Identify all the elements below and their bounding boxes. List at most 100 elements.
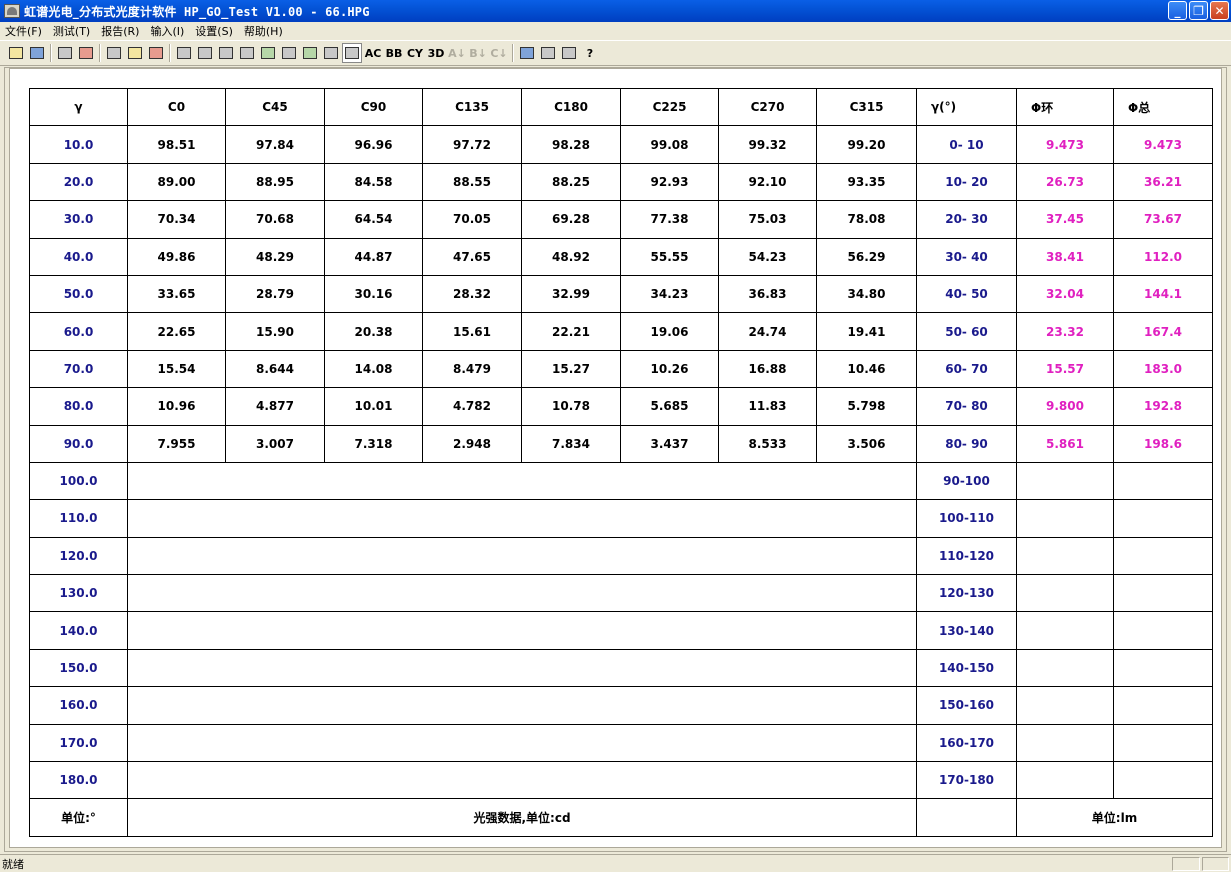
intensity-cell[interactable]: 96.96 [324,125,423,164]
menu-test[interactable]: 测试(T) [48,23,96,39]
intensity-cell[interactable]: 3.007 [225,424,325,463]
intensity-cell[interactable]: 30.16 [324,274,423,314]
intensity-cell[interactable]: 7.318 [324,424,423,463]
intensity-cell-empty[interactable] [127,611,917,650]
intensity-cell[interactable]: 8.533 [718,424,817,463]
phi-ring-cell[interactable]: 26.73 [1016,162,1114,202]
intensity-cell[interactable]: 64.54 [324,200,423,239]
intensity-cell[interactable]: 98.28 [521,125,621,164]
minimize-button[interactable]: _ [1168,1,1187,20]
intensity-cell[interactable]: 22.65 [127,312,226,351]
intensity-cell[interactable]: 5.685 [620,387,719,426]
print-disabled-icon[interactable] [538,43,558,63]
restore-button[interactable]: ❐ [1189,1,1208,20]
intensity-cell[interactable]: 92.10 [718,162,817,202]
gamma-cell[interactable]: 130.0 [29,574,128,613]
intensity-cell[interactable]: 20.38 [324,312,423,351]
phi-total-cell[interactable]: 36.21 [1113,162,1213,202]
intensity-cell[interactable]: 48.29 [225,237,325,276]
gamma-cell[interactable]: 120.0 [29,536,128,576]
intensity-cell[interactable]: 55.55 [620,237,719,276]
phi-total-cell[interactable]: 183.0 [1113,349,1213,389]
phi-total-cell[interactable]: 9.473 [1113,125,1213,164]
gamma-cell[interactable]: 90.0 [29,424,128,463]
gamma-cell[interactable]: 170.0 [29,723,128,763]
intensity-cell-empty[interactable] [127,536,917,576]
intensity-cell[interactable]: 15.27 [521,349,621,389]
intensity-cell[interactable]: 3.437 [620,424,719,463]
intensity-cell[interactable]: 5.798 [816,387,917,426]
intensity-cell[interactable]: 49.86 [127,237,226,276]
intensity-cell[interactable]: 88.95 [225,162,325,202]
menu-file[interactable]: 文件(F) [0,23,48,39]
phi-total-cell[interactable] [1113,648,1213,688]
title-bar[interactable]: 虹谱光电_分布式光度计软件 HP_GO_Test V1.00 - 66.HPG … [0,0,1231,22]
phi-ring-cell[interactable] [1016,611,1114,650]
phi-ring-cell[interactable] [1016,536,1114,576]
phi-ring-cell[interactable] [1016,461,1114,501]
intensity-cell[interactable]: 89.00 [127,162,226,202]
phi-ring-cell[interactable] [1016,499,1114,538]
save-icon[interactable] [27,43,47,63]
intensity-cell[interactable]: 16.88 [718,349,817,389]
globe-icon[interactable] [237,43,257,63]
intensity-cell[interactable]: 10.96 [127,387,226,426]
range-cell[interactable]: 40- 50 [916,274,1017,314]
image-icon[interactable] [258,43,278,63]
intensity-cell[interactable]: 56.29 [816,237,917,276]
tools-icon[interactable] [104,43,124,63]
range-cell[interactable]: 90-100 [916,461,1017,501]
range-cell[interactable]: 120-130 [916,574,1017,613]
intensity-cell[interactable]: 99.20 [816,125,917,164]
intensity-cell[interactable]: 75.03 [718,200,817,239]
gamma-cell[interactable]: 80.0 [29,387,128,426]
phi-ring-cell[interactable] [1016,761,1114,800]
intensity-cell[interactable]: 14.08 [324,349,423,389]
intensity-cell[interactable]: 36.83 [718,274,817,314]
polar-curve-icon[interactable] [174,43,194,63]
intensity-cell[interactable]: 54.23 [718,237,817,276]
phi-total-cell[interactable]: 167.4 [1113,312,1213,351]
range-cell[interactable]: 130-140 [916,611,1017,650]
intensity-cell[interactable]: 7.834 [521,424,621,463]
phi-ring-cell[interactable] [1016,648,1114,688]
help-icon[interactable]: ? [580,43,600,63]
intensity-cell[interactable]: 32.99 [521,274,621,314]
intensity-cell-empty[interactable] [127,723,917,763]
phi-ring-cell[interactable]: 15.57 [1016,349,1114,389]
phi-ring-cell[interactable]: 9.800 [1016,387,1114,426]
intensity-cell[interactable]: 4.877 [225,387,325,426]
range-cell[interactable]: 10- 20 [916,162,1017,202]
range-cell[interactable]: 30- 40 [916,237,1017,276]
intensity-cell[interactable]: 33.65 [127,274,226,314]
menu-settings[interactable]: 设置(S) [190,23,239,39]
phi-ring-cell[interactable] [1016,574,1114,613]
phi-ring-cell[interactable]: 37.45 [1016,200,1114,239]
intensity-cell[interactable]: 8.479 [422,349,522,389]
phi-total-cell[interactable] [1113,574,1213,613]
cy-button[interactable]: CY [405,43,425,63]
range-cell[interactable]: 170-180 [916,761,1017,800]
target-icon[interactable] [321,43,341,63]
menu-input[interactable]: 输入(I) [145,23,190,39]
phi-ring-cell[interactable]: 32.04 [1016,274,1114,314]
gamma-cell[interactable]: 110.0 [29,499,128,538]
intensity-cell[interactable]: 48.92 [521,237,621,276]
phi-total-cell[interactable] [1113,723,1213,763]
phi-total-cell[interactable]: 198.6 [1113,424,1213,463]
intensity-cell[interactable]: 22.21 [521,312,621,351]
grid-icon[interactable] [279,43,299,63]
table-icon[interactable] [300,43,320,63]
phi-total-cell[interactable]: 73.67 [1113,200,1213,239]
ac-button[interactable]: AC [363,43,383,63]
intensity-cell[interactable]: 10.46 [816,349,917,389]
gamma-cell[interactable]: 180.0 [29,761,128,800]
intensity-cell[interactable]: 10.78 [521,387,621,426]
chart-icon[interactable] [146,43,166,63]
range-cell[interactable]: 80- 90 [916,424,1017,463]
phi-ring-cell[interactable] [1016,686,1114,725]
intensity-cell[interactable]: 47.65 [422,237,522,276]
phi-total-cell[interactable] [1113,461,1213,501]
intensity-cell[interactable]: 28.79 [225,274,325,314]
range-cell[interactable]: 70- 80 [916,387,1017,426]
